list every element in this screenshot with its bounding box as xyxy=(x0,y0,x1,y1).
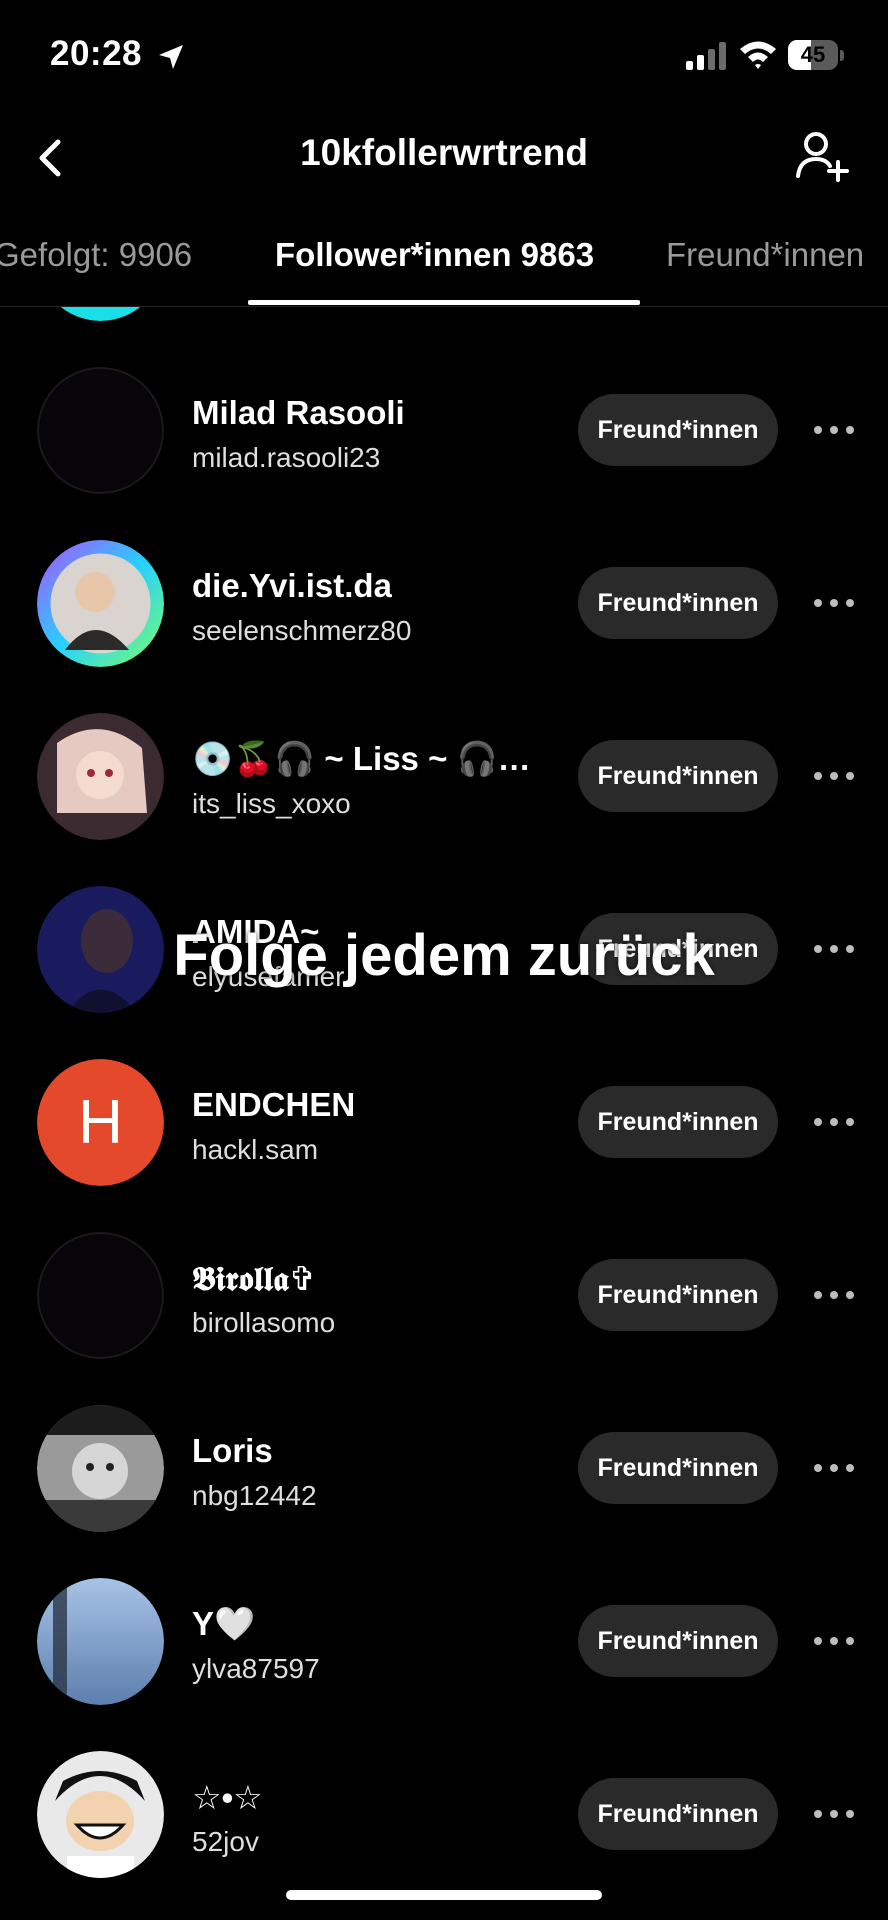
tab-followers[interactable]: Follower*innen 9863 xyxy=(275,236,594,274)
list-item[interactable]: die.Yvi.ist.da seelenschmerz80 Freund*inne… xyxy=(0,517,888,690)
avatar[interactable] xyxy=(37,886,164,1013)
more-options-icon[interactable] xyxy=(812,1804,856,1824)
status-time: 20:28 xyxy=(50,34,143,73)
avatar-letter: H xyxy=(37,1059,164,1186)
user-handle: nbg12442 xyxy=(192,1480,317,1511)
more-options-icon[interactable] xyxy=(812,1631,856,1651)
more-options-icon[interactable] xyxy=(812,1112,856,1132)
user-handle: ylva87597 xyxy=(192,1653,320,1684)
list-item[interactable]: H ENDCHEN hackl.sam Freund*innen xyxy=(0,1036,888,1209)
list-item[interactable]: Y🤍 ylva87597 Freund*innen xyxy=(0,1555,888,1728)
list-item[interactable]: AMIDA~ elyusefamer Freund*innen xyxy=(0,863,888,1036)
list-item[interactable]: Milad Rasooli milad.rasooli23 Freund*innen xyxy=(0,344,888,517)
user-display-name: ☆•☆ xyxy=(192,1779,263,1816)
more-options-icon[interactable] xyxy=(812,420,856,440)
page-title: 10kfollerwrtrend xyxy=(300,132,588,173)
user-display-name: 💿🍒🎧 ~ Liss ~ 🎧… xyxy=(192,740,531,777)
user-display-name: AMIDA~ xyxy=(192,913,320,950)
user-display-name: Loris xyxy=(192,1432,273,1469)
cellular-signal-icon xyxy=(686,42,726,70)
status-bar: 20:28 45 xyxy=(0,0,888,110)
battery-percentage: 45 xyxy=(800,42,826,67)
user-display-name: Milad Rasooli xyxy=(192,394,405,431)
user-handle: milad.rasooli23 xyxy=(192,442,381,473)
list-item[interactable]: ☆•☆ 52jov Freund*innen xyxy=(0,1728,888,1901)
list-item[interactable]: offiziell_gamingmoFreund*innen xyxy=(0,307,888,344)
user-handle: elyusefamer xyxy=(192,961,345,992)
tab-following[interactable]: Gefolgt: 9906 xyxy=(0,236,192,274)
list-item[interactable]: 𝕭𝖎𝖗𝖔𝖑𝖑𝖆✞ birollasomo Freund*innen xyxy=(0,1209,888,1382)
more-options-icon[interactable] xyxy=(812,939,856,959)
user-handle: 52jov xyxy=(192,1826,259,1857)
avatar[interactable] xyxy=(37,307,164,321)
add-user-icon[interactable] xyxy=(792,126,852,186)
more-options-icon[interactable] xyxy=(812,766,856,786)
friends-status-button[interactable]: Freund*innen xyxy=(578,740,778,812)
friends-status-button[interactable]: Freund*innen xyxy=(578,1605,778,1677)
home-indicator[interactable] xyxy=(286,1890,602,1900)
user-handle: birollasomo xyxy=(192,1307,336,1338)
user-handle: its_liss_xoxo xyxy=(192,788,351,819)
friends-status-button[interactable]: Freund*innen xyxy=(578,394,778,466)
avatar[interactable] xyxy=(37,1405,164,1532)
friends-status-button[interactable]: Freund*innen xyxy=(578,567,778,639)
more-options-icon[interactable] xyxy=(812,1458,856,1478)
more-options-icon[interactable] xyxy=(812,593,856,613)
avatar[interactable] xyxy=(37,1578,164,1705)
avatar[interactable] xyxy=(37,1751,164,1878)
friends-status-button[interactable]: Freund*innen xyxy=(578,1086,778,1158)
active-tab-indicator xyxy=(248,300,640,305)
friends-status-button[interactable]: Freund*innen xyxy=(578,1259,778,1331)
list-item[interactable]: 💿🍒🎧 ~ Liss ~ 🎧… its_liss_xoxo Freund*innen xyxy=(0,690,888,863)
tab-friends[interactable]: Freund*innen xyxy=(666,236,864,274)
avatar[interactable] xyxy=(37,540,164,667)
user-display-name: Y🤍 xyxy=(192,1605,256,1642)
avatar[interactable] xyxy=(37,367,164,494)
friends-status-button[interactable]: Freund*innen xyxy=(578,913,778,985)
tab-bar: Gefolgt: 9906 Follower*innen 9863 Freund… xyxy=(0,226,888,307)
user-display-name: die.Yvi.ist.da xyxy=(192,567,392,604)
user-display-name: ENDCHEN xyxy=(192,1086,356,1123)
user-handle: hackl.sam xyxy=(192,1134,319,1165)
location-arrow-icon xyxy=(159,45,183,69)
avatar[interactable] xyxy=(37,713,164,840)
more-options-icon[interactable] xyxy=(812,1285,856,1305)
friends-status-button[interactable]: Freund*innen xyxy=(578,1432,778,1504)
followers-list[interactable]: offiziell_gamingmoFreund*innenMilad Raso… xyxy=(0,307,888,1920)
user-handle: seelenschmerz80 xyxy=(192,615,412,646)
avatar[interactable]: H xyxy=(37,1059,164,1186)
wifi-icon xyxy=(740,41,776,69)
friends-status-button[interactable]: Freund*innen xyxy=(578,1778,778,1850)
battery-indicator: 45 xyxy=(788,40,846,72)
avatar[interactable] xyxy=(37,1232,164,1359)
user-display-name: 𝕭𝖎𝖗𝖔𝖑𝖑𝖆✞ xyxy=(192,1260,317,1297)
list-item[interactable]: Loris nbg12442 Freund*innen xyxy=(0,1382,888,1555)
